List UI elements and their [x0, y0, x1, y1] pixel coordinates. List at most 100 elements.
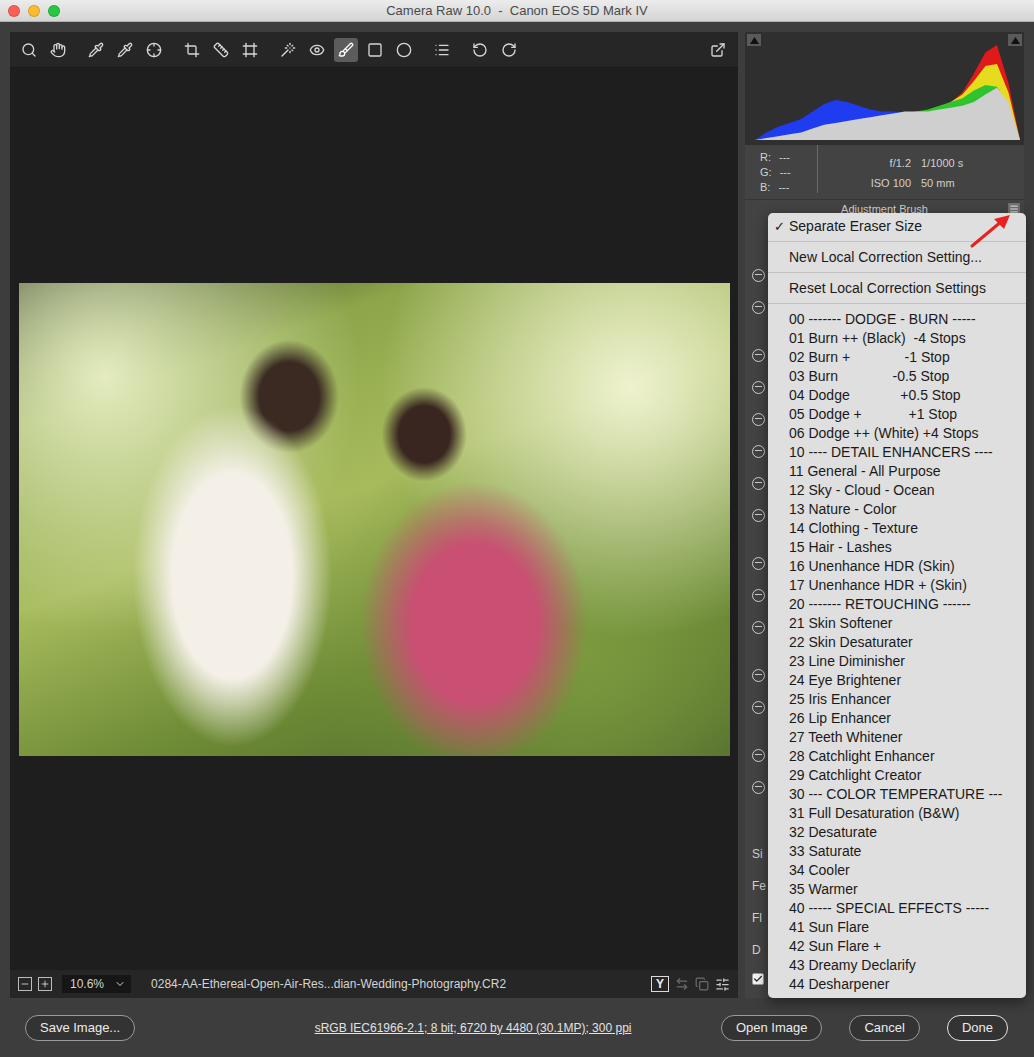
menu-item[interactable]: 44 Desharpener [768, 975, 1026, 994]
menu-item[interactable]: 00 ------- DODGE - BURN ----- [768, 310, 1026, 329]
menu-item[interactable]: 04 Dodge +0.5 Stop [768, 386, 1026, 405]
menu-item[interactable]: 10 ---- DETAIL ENHANCERS ---- [768, 443, 1026, 462]
dialog-button[interactable]: Done [947, 1015, 1008, 1041]
tool-button[interactable] [363, 38, 387, 62]
dialog-button[interactable]: Open Image [721, 1015, 823, 1041]
menu-item[interactable]: 03 Burn -0.5 Stop [768, 367, 1026, 386]
minus-icon[interactable] [752, 413, 765, 426]
menu-item[interactable]: 16 Unenhance HDR (Skin) [768, 557, 1026, 576]
tool-button[interactable] [305, 38, 329, 62]
menu-item[interactable]: 05 Dodge + +1 Stop [768, 405, 1026, 424]
menu-item[interactable]: 43 Dreamy Declarify [768, 956, 1026, 975]
menu-item[interactable]: 02 Burn + -1 Stop [768, 348, 1026, 367]
minus-icon[interactable] [752, 669, 765, 682]
minus-icon[interactable] [752, 557, 765, 570]
menu-item[interactable]: 29 Catchlight Creator [768, 766, 1026, 785]
minus-icon[interactable] [752, 349, 765, 362]
minus-icon[interactable] [752, 445, 765, 458]
menu-item[interactable]: 31 Full Desaturation (B&W) [768, 804, 1026, 823]
menu-separator [768, 272, 1026, 273]
minimize-button[interactable] [28, 5, 40, 17]
tool-button[interactable] [209, 38, 233, 62]
histogram-series [755, 85, 1020, 140]
minus-icon[interactable] [752, 301, 765, 314]
close-button[interactable] [8, 5, 20, 17]
dialog-button[interactable]: Cancel [849, 1015, 919, 1041]
zoom-button[interactable] [48, 5, 60, 17]
tool-button[interactable] [392, 38, 416, 62]
menu-item[interactable]: 24 Eye Brightener [768, 671, 1026, 690]
spot-removal-icon [280, 42, 296, 58]
menu-item[interactable]: 17 Unenhance HDR + (Skin) [768, 576, 1026, 595]
menu-item[interactable]: 22 Skin Desaturater [768, 633, 1026, 652]
zoom-in-button[interactable] [38, 977, 52, 991]
swap-button[interactable] [675, 977, 689, 991]
menu-item[interactable]: New Local Correction Setting... [768, 248, 1026, 267]
tool-button[interactable] [142, 38, 166, 62]
menu-item[interactable]: 13 Nature - Color [768, 500, 1026, 519]
minus-icon[interactable] [752, 269, 765, 282]
hand-icon [50, 42, 66, 58]
tool-button[interactable] [468, 38, 492, 62]
menu-item[interactable]: 23 Line Diminisher [768, 652, 1026, 671]
minus-icon[interactable] [752, 749, 765, 762]
menu-item[interactable]: 01 Burn ++ (Black) -4 Stops [768, 329, 1026, 348]
shadow-clipping-button[interactable] [747, 34, 761, 46]
zoom-select[interactable]: 10.6% [62, 975, 131, 993]
auto-mask-checkbox[interactable] [752, 973, 764, 985]
tool-button[interactable] [334, 38, 358, 62]
menu-item[interactable]: 25 Iris Enhancer [768, 690, 1026, 709]
menu-item[interactable]: 12 Sky - Cloud - Ocean [768, 481, 1026, 500]
tool-button[interactable] [17, 38, 41, 62]
before-after-toggle[interactable]: Y [651, 976, 669, 992]
photo[interactable] [19, 283, 730, 756]
iso: ISO 100 [818, 176, 911, 190]
tool-button[interactable] [430, 38, 454, 62]
minus-icon[interactable] [752, 509, 765, 522]
tool-button[interactable] [113, 38, 137, 62]
minus-icon[interactable] [752, 589, 765, 602]
menu-item[interactable]: 33 Saturate [768, 842, 1026, 861]
copy-settings-button[interactable] [695, 977, 709, 991]
minus-icon[interactable] [752, 621, 765, 634]
menu-item[interactable]: 06 Dodge ++ (White) +4 Stops [768, 424, 1026, 443]
menu-item[interactable]: 41 Sun Flare [768, 918, 1026, 937]
fullscreen-button[interactable] [706, 38, 730, 62]
workflow-options-link[interactable]: sRGB IEC61966-2.1; 8 bit; 6720 by 4480 (… [135, 1021, 721, 1035]
minus-icon[interactable] [752, 381, 765, 394]
menu-item[interactable]: 30 --- COLOR TEMPERATURE --- [768, 785, 1026, 804]
menu-item[interactable]: 15 Hair - Lashes [768, 538, 1026, 557]
highlight-clipping-button[interactable] [1008, 34, 1022, 46]
menu-item[interactable]: 42 Sun Flare + [768, 937, 1026, 956]
menu-item[interactable]: 28 Catchlight Enhancer [768, 747, 1026, 766]
menu-item[interactable]: 14 Clothing - Texture [768, 519, 1026, 538]
save-image-button[interactable]: Save Image... [25, 1015, 135, 1041]
minus-icon[interactable] [752, 701, 765, 714]
menu-item[interactable]: 21 Skin Softener [768, 614, 1026, 633]
menu-item[interactable]: 40 ----- SPECIAL EFFECTS ----- [768, 899, 1026, 918]
menu-label: 44 Desharpener [789, 975, 1020, 994]
menu-item[interactable]: 35 Warmer [768, 880, 1026, 899]
minus-icon[interactable] [752, 477, 765, 490]
tool-button[interactable] [46, 38, 70, 62]
menu-item[interactable]: 27 Teeth Whitener [768, 728, 1026, 747]
menu-item[interactable]: 20 ------- RETOUCHING ------ [768, 595, 1026, 614]
menu-label: 21 Skin Softener [789, 614, 1020, 633]
tool-button[interactable] [84, 38, 108, 62]
zoom-out-button[interactable] [18, 977, 32, 991]
file-name: 0284-AA-Ethereal-Open-Air-Res...dian-Wed… [151, 977, 645, 991]
menu-item[interactable]: 11 General - All Purpose [768, 462, 1026, 481]
minus-icon[interactable] [752, 781, 765, 794]
tool-button[interactable] [276, 38, 300, 62]
menu-item[interactable]: 32 Desaturate [768, 823, 1026, 842]
preview-settings-button[interactable] [715, 977, 730, 992]
menu-item[interactable]: 34 Cooler [768, 861, 1026, 880]
menu-label: 41 Sun Flare [789, 918, 1020, 937]
menu-item[interactable]: 26 Lip Enhancer [768, 709, 1026, 728]
tool-button[interactable] [180, 38, 204, 62]
tool-button[interactable] [238, 38, 262, 62]
menu-label: 23 Line Diminisher [789, 652, 1020, 671]
bottom-bar: Save Image...sRGB IEC61966-2.1; 8 bit; 6… [0, 998, 1034, 1057]
menu-item[interactable]: Reset Local Correction Settings [768, 279, 1026, 298]
tool-button[interactable] [497, 38, 521, 62]
